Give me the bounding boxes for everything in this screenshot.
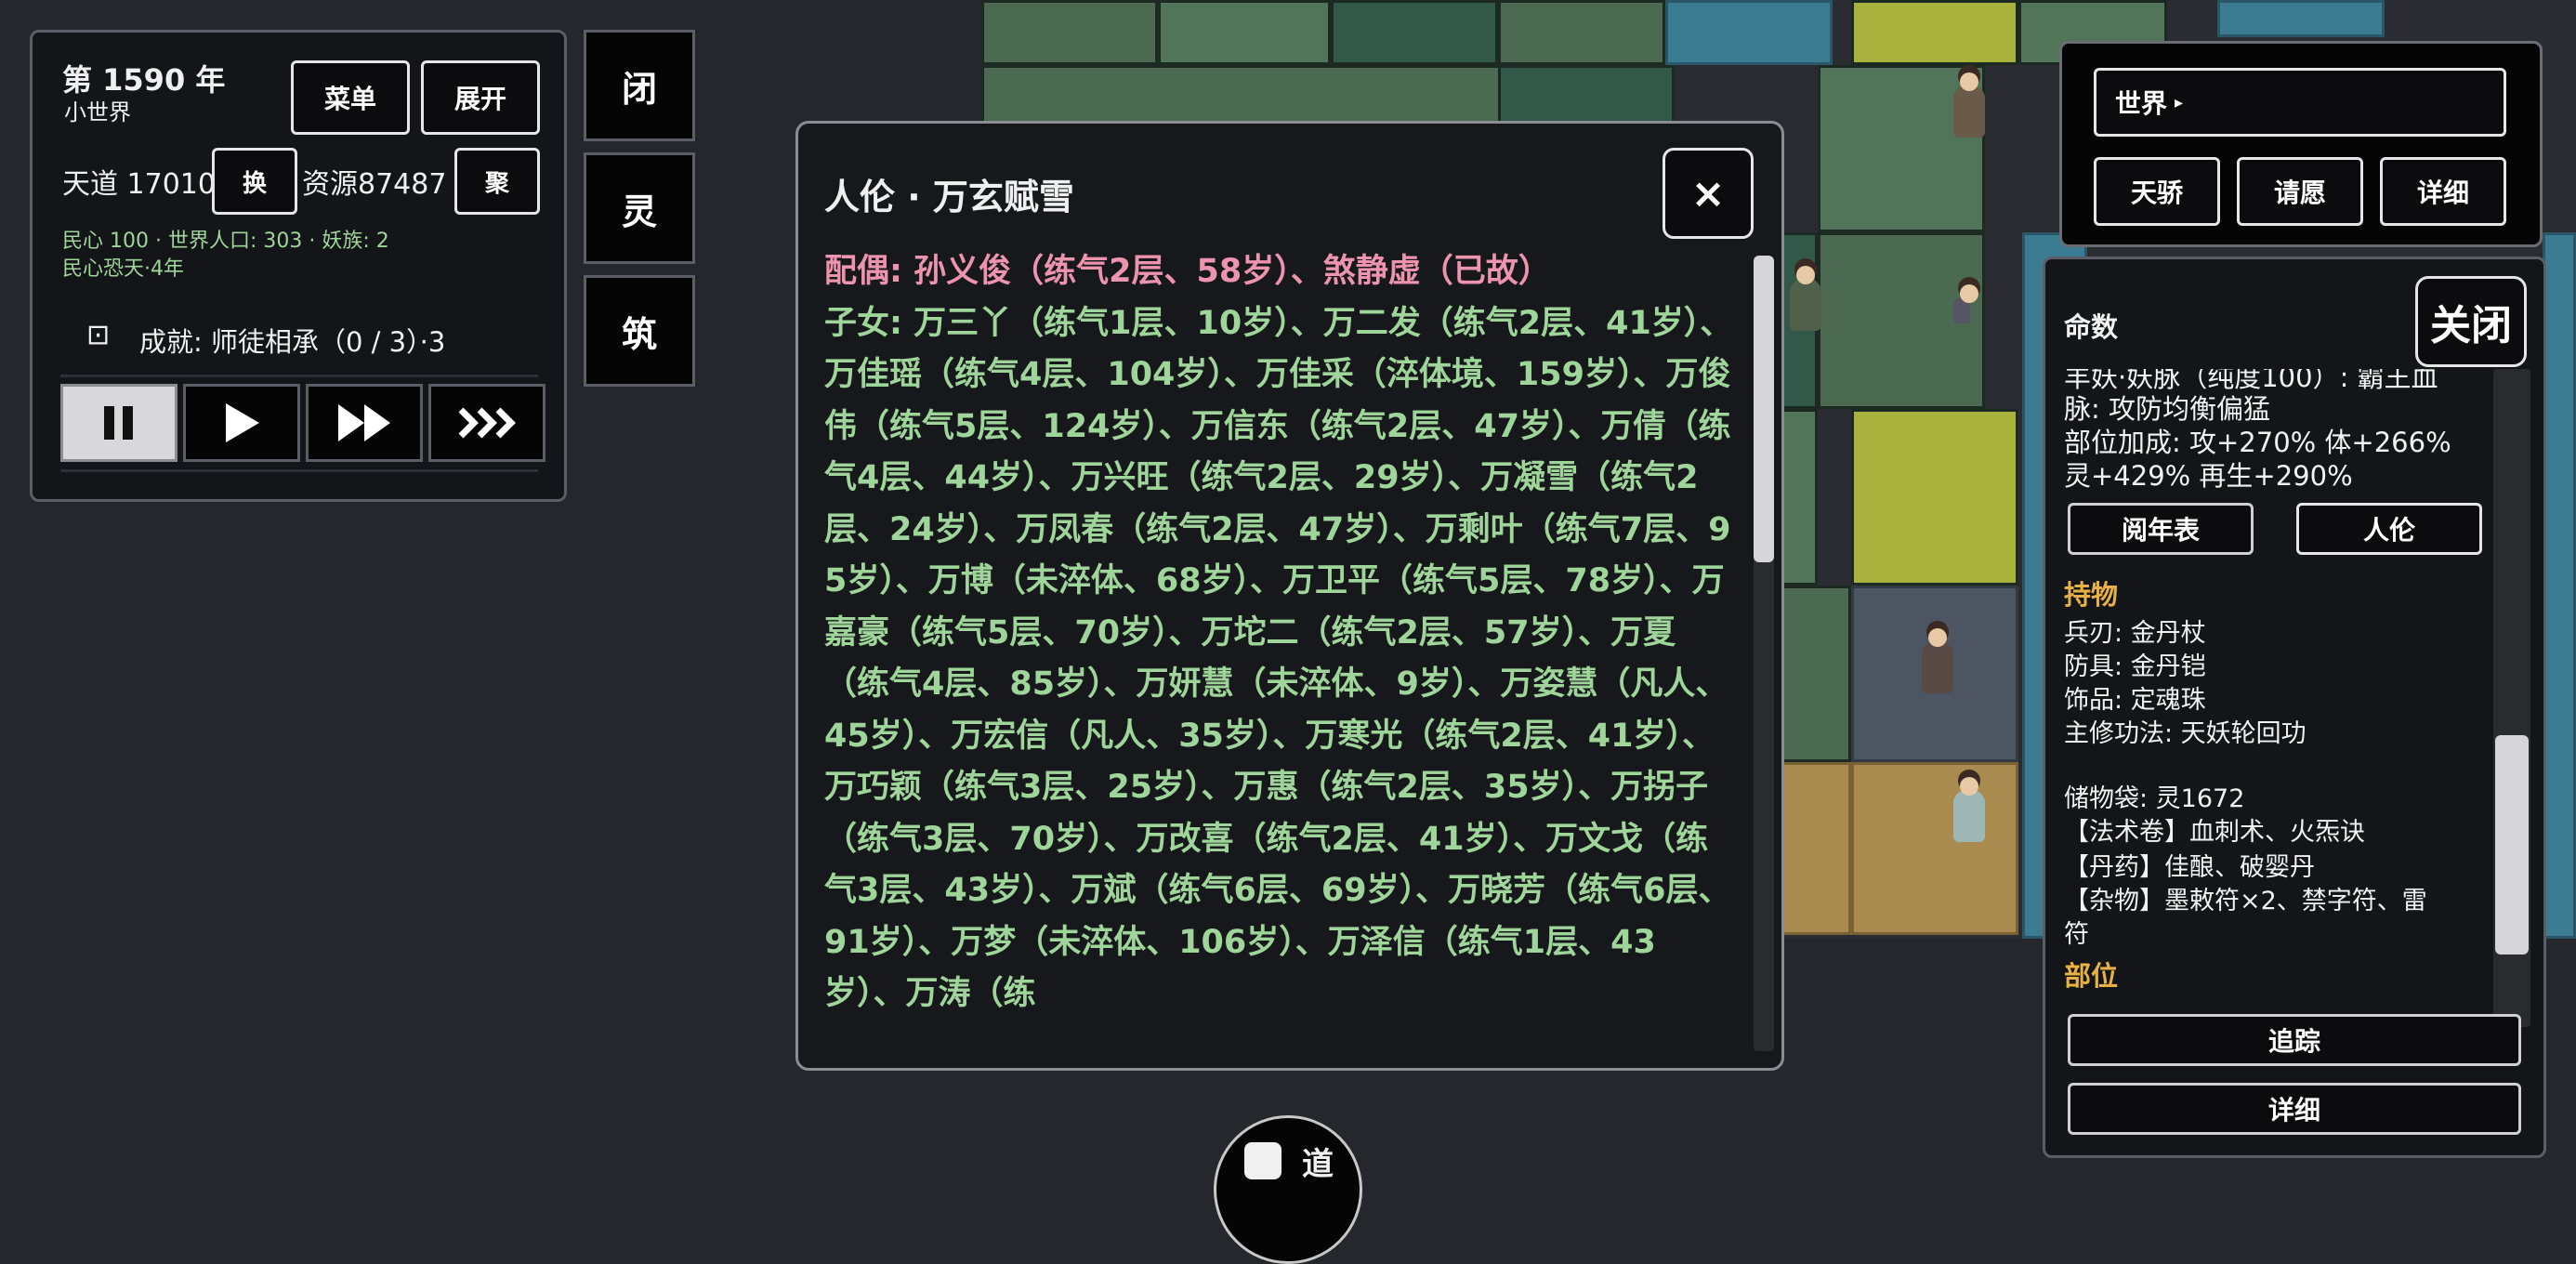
gather-button[interactable]: 聚	[454, 148, 540, 215]
relations-list[interactable]: 配偶: 孙义俊（练气2层、58岁）、煞静虚（已故） 子女: 万三丫（练气1层、1…	[824, 246, 1737, 1046]
storage-item: 【丹药】佳酿、破婴丹	[2064, 853, 2315, 882]
map-tile	[1331, 0, 1498, 65]
parts-header: 部位	[2064, 960, 2119, 992]
cultivator-sprite[interactable]	[1922, 628, 1953, 693]
world-mood: 民心恐天·4年	[62, 257, 184, 281]
world-status-panel: 第 1590 年 小世界 菜单 展开 天道 17010 换 资源87487 聚 …	[30, 30, 567, 502]
dialog-title: 人伦 · 万玄赋雪	[824, 177, 1074, 217]
chronicle-tab[interactable]: 阅年表	[2068, 503, 2254, 555]
info-scroll-area[interactable]: 羊妖·妖脉（纯度100）: 霸王血 脉: 攻防均衡偏猛 部位加成: 攻+270%…	[2064, 369, 2510, 1023]
expand-button[interactable]: 展开	[421, 60, 540, 135]
dao-label: 道	[1302, 1146, 1334, 1183]
armor-line: 防具: 金丹铠	[2064, 652, 2206, 681]
scroll-icon: ⊡	[86, 319, 111, 351]
map-tile	[1851, 0, 2018, 65]
world-stats: 民心 100 · 世界人口: 303 · 妖族: 2	[62, 230, 389, 253]
track-button[interactable]: 追踪	[2068, 1014, 2521, 1066]
chevron-right-icon: ▸	[2175, 92, 2184, 112]
prodigy-tab[interactable]: 天骄	[2094, 157, 2220, 226]
relations-dialog: 人伦 · 万玄赋雪 × 配偶: 孙义俊（练气2层、58岁）、煞静虚（已故） 子女…	[795, 121, 1784, 1071]
world-panel: 世界 ▸ 天骄 请愿 详细	[2059, 41, 2543, 247]
menu-button[interactable]: 菜单	[291, 60, 410, 135]
world-selector[interactable]: 世界 ▸	[2094, 68, 2506, 137]
map-tile	[1498, 0, 1665, 65]
map-tile	[1781, 762, 1851, 935]
world-label: 世界	[2115, 88, 2168, 119]
map-tile	[2543, 232, 2576, 939]
map-tile	[1851, 762, 2018, 935]
weapon-line: 兵刃: 金丹杖	[2064, 619, 2206, 648]
petition-tab[interactable]: 请愿	[2237, 157, 2363, 226]
tiandao-value: 天道 17010	[62, 168, 216, 201]
spirit-button[interactable]: 灵	[584, 152, 695, 264]
storage-item: 【法术卷】血刺术、火炁诀	[2064, 818, 2365, 847]
storage-item: 【杂物】墨敕符×2、禁字符、雷	[2064, 887, 2427, 915]
dao-button[interactable]: 道	[1214, 1115, 1362, 1264]
cultivator-sprite[interactable]	[1953, 777, 1985, 842]
accessory-line: 饰品: 定魂珠	[2064, 686, 2206, 715]
map-tile	[1781, 409, 1818, 586]
fast-forward-icon[interactable]	[306, 384, 423, 462]
world-detail-tab[interactable]: 详细	[2380, 157, 2506, 226]
close-world-button[interactable]: 闭	[584, 30, 695, 141]
map-tile	[2217, 0, 2385, 37]
achievement-label[interactable]: 成就: 师徒相承（0 / 3）·3	[139, 321, 445, 360]
divider	[60, 375, 538, 377]
storage-line: 储物袋: 灵1672	[2064, 784, 2245, 813]
build-button[interactable]: 筑	[584, 275, 695, 387]
cultivator-sprite[interactable]	[1953, 72, 1985, 138]
map-tile	[1665, 0, 1833, 65]
panel-title: 命数	[2064, 311, 2119, 343]
children-text: 子女: 万三丫（练气1层、10岁）、万二发（练气2层、41岁）、万佳瑶（练气4层…	[824, 304, 1733, 1013]
world-name: 小世界	[64, 99, 131, 125]
divider	[60, 469, 538, 472]
swap-button[interactable]: 换	[212, 148, 297, 215]
cultivator-sprite[interactable]	[1790, 266, 1821, 331]
close-button[interactable]: 关闭	[2415, 276, 2527, 367]
character-info-panel: 命数 关闭 羊妖·妖脉（纯度100）: 霸王血 脉: 攻防均衡偏猛 部位加成: …	[2043, 257, 2546, 1158]
cultivator-sprite[interactable]	[1953, 284, 1978, 323]
close-icon[interactable]: ×	[1663, 148, 1754, 239]
pause-icon[interactable]	[60, 384, 177, 462]
detail-button[interactable]: 详细	[2068, 1083, 2521, 1135]
dao-icon	[1244, 1142, 1281, 1179]
info-scrollbar-thumb[interactable]	[2495, 735, 2529, 955]
storage-item: 符	[2064, 920, 2089, 949]
map-tile	[1158, 0, 1331, 65]
spouse-text: 配偶: 孙义俊（练气2层、58岁）、煞静虚（已故）	[824, 253, 1551, 290]
holdings-header: 持物	[2064, 579, 2119, 611]
resources-value: 资源87487	[302, 168, 447, 201]
map-tile	[1851, 409, 2018, 586]
play-icon[interactable]	[183, 384, 300, 462]
triple-forward-icon[interactable]	[428, 384, 545, 462]
map-tile	[1781, 586, 1851, 762]
technique-line: 主修功法: 天妖轮回功	[2064, 719, 2307, 748]
info-line: 灵+429% 再生+290%	[2064, 460, 2353, 492]
relations-tab[interactable]: 人伦	[2296, 503, 2482, 555]
dialog-scrollbar-thumb[interactable]	[1754, 256, 1774, 562]
map-tile	[981, 0, 1158, 65]
